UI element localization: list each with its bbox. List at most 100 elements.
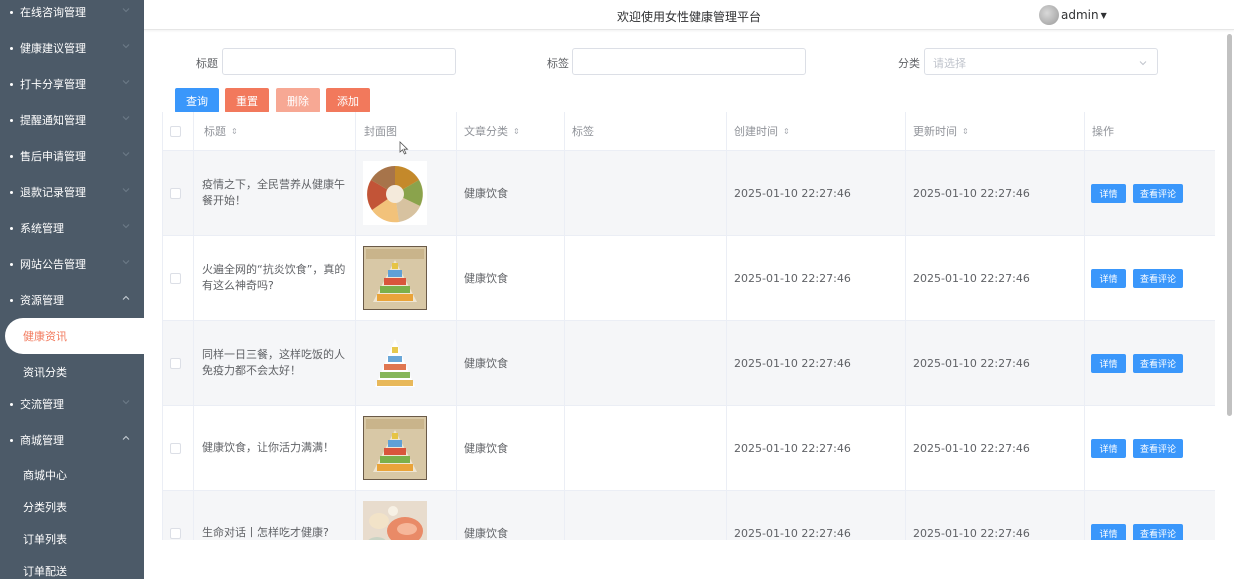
sidebar-item-refund[interactable]: 退款记录管理 bbox=[0, 174, 144, 210]
updated-cell: 2025-01-10 22:27:46 bbox=[906, 151, 1085, 235]
bullet-icon bbox=[10, 118, 13, 122]
updated-cell: 2025-01-10 22:27:46 bbox=[906, 406, 1085, 490]
title-search-input[interactable] bbox=[222, 48, 456, 75]
news-table: 标题 ⇕ 封面图 文章分类 ⇕ 标签 创建时间 ⇕ 更新时间 ⇕ 操作 疫情之下，全民营… bbox=[162, 112, 1215, 540]
bullet-icon bbox=[10, 262, 13, 266]
table-row: 生命对话丨怎样吃才健康? 健康饮食 2025-01-10 22:27:46 20… bbox=[163, 491, 1215, 540]
created-cell: 2025-01-10 22:27:46 bbox=[727, 151, 906, 235]
add-button[interactable]: 添加 bbox=[326, 88, 370, 113]
updated-cell: 2025-01-10 22:27:46 bbox=[906, 236, 1085, 320]
category-cell: 健康饮食 bbox=[457, 151, 565, 235]
created-cell: 2025-01-10 22:27:46 bbox=[727, 321, 906, 405]
column-header-title[interactable]: 标题 ⇕ bbox=[194, 112, 356, 150]
page-scrollbar[interactable] bbox=[1227, 34, 1232, 416]
category-select-placeholder: 请选择 bbox=[933, 57, 966, 70]
view-comments-button[interactable]: 查看评论 bbox=[1133, 523, 1183, 540]
bullet-icon bbox=[10, 438, 13, 442]
sidebar-subitem-health-news[interactable]: 健康资讯 bbox=[5, 318, 144, 354]
table-row: 疫情之下，全民营养从健康午餐开始！ 健康饮食 2025-01-10 22:27:… bbox=[163, 151, 1215, 236]
title-cell: 同样一日三餐，这样吃饭的人免疫力都不会太好！ bbox=[194, 321, 356, 405]
select-all-checkbox[interactable] bbox=[170, 125, 181, 137]
sidebar-subitem-order-delivery[interactable]: 订单配送 bbox=[0, 555, 144, 579]
sidebar-subitem-category-list[interactable]: 分类列表 bbox=[0, 491, 144, 523]
sidebar-item-system[interactable]: 系统管理 bbox=[0, 210, 144, 246]
sidebar-item-label: 网站公告管理 bbox=[20, 258, 86, 271]
title-cell: 健康饮食，让你活力满满！ bbox=[194, 406, 356, 490]
title-cell: 火遍全网的“抗炎饮食”，真的有这么神奇吗? bbox=[194, 236, 356, 320]
detail-button[interactable]: 详情 bbox=[1091, 268, 1126, 288]
cover-cell bbox=[356, 491, 457, 540]
chevron-down-icon bbox=[122, 78, 130, 86]
reset-button[interactable]: 重置 bbox=[225, 88, 269, 113]
category-select[interactable]: 请选择 bbox=[924, 48, 1158, 75]
bullet-icon bbox=[10, 402, 13, 406]
sidebar-item-resources[interactable]: 资源管理 bbox=[0, 282, 144, 318]
food-photo-image bbox=[363, 501, 427, 540]
title-search-label: 标题 bbox=[196, 57, 218, 70]
updated-cell: 2025-01-10 22:27:46 bbox=[906, 491, 1085, 540]
sidebar-item-reminder[interactable]: 提醒通知管理 bbox=[0, 102, 144, 138]
chevron-down-icon bbox=[122, 222, 130, 230]
sort-icon[interactable]: ⇕ bbox=[231, 127, 238, 136]
select-all-cell bbox=[163, 112, 194, 150]
sidebar-subitem-order-list[interactable]: 订单列表 bbox=[0, 523, 144, 555]
actions-cell: 详情 查看评论 bbox=[1085, 151, 1215, 235]
sidebar-item-aftersale[interactable]: 售后申请管理 bbox=[0, 138, 144, 174]
sidebar-subitem-news-category[interactable]: 资讯分类 bbox=[0, 354, 144, 390]
row-checkbox[interactable] bbox=[170, 357, 181, 369]
chevron-down-icon bbox=[1139, 57, 1147, 66]
row-checkbox[interactable] bbox=[170, 442, 181, 454]
cover-cell bbox=[356, 236, 457, 320]
actions-cell: 详情 查看评论 bbox=[1085, 406, 1215, 490]
detail-button[interactable]: 详情 bbox=[1091, 438, 1126, 458]
sort-icon[interactable]: ⇕ bbox=[962, 127, 969, 136]
view-comments-button[interactable]: 查看评论 bbox=[1133, 353, 1183, 373]
column-header-category[interactable]: 文章分类 ⇕ bbox=[457, 112, 565, 150]
actions-cell: 详情 查看评论 bbox=[1085, 491, 1215, 540]
food-plate-image bbox=[363, 161, 427, 225]
sidebar-item-mall[interactable]: 商城管理 bbox=[0, 422, 144, 458]
row-checkbox[interactable] bbox=[170, 272, 181, 284]
food-pyramid-image bbox=[363, 331, 427, 395]
row-checkbox[interactable] bbox=[170, 187, 181, 199]
title-cell: 生命对话丨怎样吃才健康? bbox=[194, 491, 356, 540]
view-comments-button[interactable]: 查看评论 bbox=[1133, 183, 1183, 203]
bullet-icon bbox=[10, 298, 13, 302]
sort-icon[interactable]: ⇕ bbox=[513, 127, 520, 136]
created-cell: 2025-01-10 22:27:46 bbox=[727, 236, 906, 320]
table-row: 同样一日三餐，这样吃饭的人免疫力都不会太好！ 健康饮食 2025-01-10 2… bbox=[163, 321, 1215, 406]
view-comments-button[interactable]: 查看评论 bbox=[1133, 438, 1183, 458]
query-button[interactable]: 查询 bbox=[175, 88, 219, 113]
detail-button[interactable]: 详情 bbox=[1091, 523, 1126, 540]
sidebar-item-announcement[interactable]: 网站公告管理 bbox=[0, 246, 144, 282]
caret-down-icon: ▼ bbox=[1100, 10, 1107, 20]
sidebar-item-label: 商城管理 bbox=[20, 434, 64, 447]
actions-cell: 详情 查看评论 bbox=[1085, 236, 1215, 320]
sidebar-item-advice[interactable]: 健康建议管理 bbox=[0, 30, 144, 66]
sidebar-item-exchange[interactable]: 交流管理 bbox=[0, 386, 144, 422]
column-header-updated[interactable]: 更新时间 ⇕ bbox=[906, 112, 1085, 150]
row-checkbox[interactable] bbox=[170, 527, 181, 539]
chevron-down-icon bbox=[122, 6, 130, 14]
column-header-tags: 标签 bbox=[565, 112, 727, 150]
sidebar-item-label: 提醒通知管理 bbox=[20, 114, 86, 127]
created-cell: 2025-01-10 22:27:46 bbox=[727, 491, 906, 540]
user-menu[interactable]: admin ▼ bbox=[1039, 5, 1107, 25]
view-comments-button[interactable]: 查看评论 bbox=[1133, 268, 1183, 288]
sidebar-item-label: 售后申请管理 bbox=[20, 150, 86, 163]
tags-cell bbox=[565, 321, 727, 405]
sidebar-item-label: 交流管理 bbox=[20, 398, 64, 411]
detail-button[interactable]: 详情 bbox=[1091, 353, 1126, 373]
username: admin bbox=[1061, 8, 1099, 22]
detail-button[interactable]: 详情 bbox=[1091, 183, 1126, 203]
tag-search-input[interactable] bbox=[572, 48, 806, 75]
chevron-down-icon bbox=[122, 258, 130, 266]
sidebar-item-checkin[interactable]: 打卡分享管理 bbox=[0, 66, 144, 102]
delete-button[interactable]: 删除 bbox=[276, 88, 320, 113]
sidebar-subitem-mall-center[interactable]: 商城中心 bbox=[0, 458, 144, 491]
column-header-created[interactable]: 创建时间 ⇕ bbox=[727, 112, 906, 150]
avatar bbox=[1039, 5, 1059, 25]
sidebar-item-consult[interactable]: 在线咨询管理 bbox=[0, 0, 144, 30]
chevron-down-icon bbox=[122, 398, 130, 406]
sort-icon[interactable]: ⇕ bbox=[783, 127, 790, 136]
